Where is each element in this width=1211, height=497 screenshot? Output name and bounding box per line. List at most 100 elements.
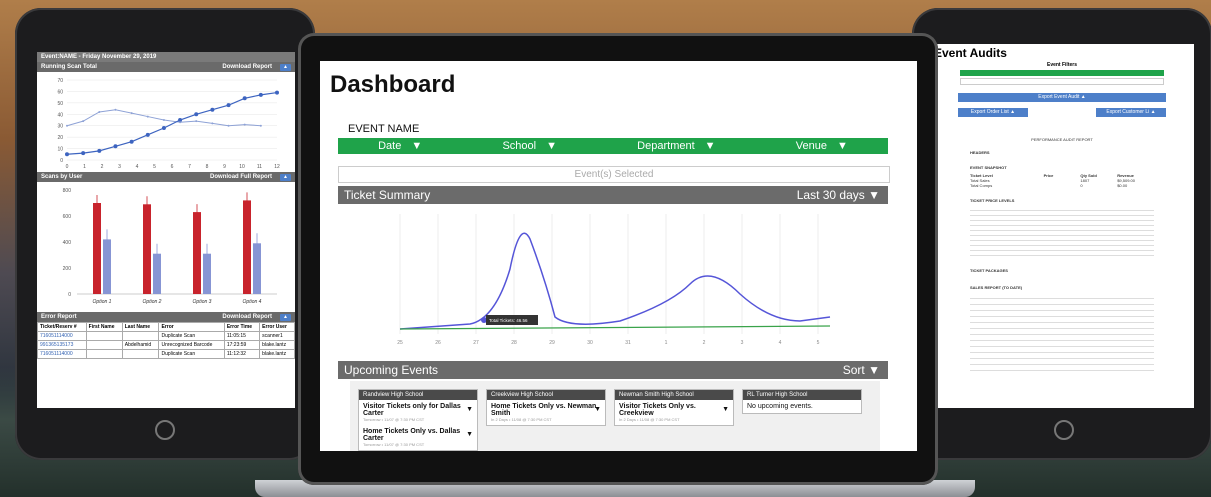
- filter-selected-box[interactable]: [960, 78, 1164, 85]
- upcoming-events-area: Randview High School Visitor Tickets onl…: [350, 381, 880, 451]
- event-item[interactable]: Visitor Tickets only for Dallas Carter To…: [359, 400, 477, 425]
- cell: $0.00: [1117, 183, 1128, 188]
- range-dropdown[interactable]: Last 30 days ▼: [797, 186, 880, 204]
- export-audit-button[interactable]: Export Event Audit ▲: [958, 93, 1166, 102]
- right-tablet-screen: Event Audits Event Filters Export Event …: [930, 44, 1194, 408]
- data-point: [210, 107, 215, 112]
- x-tick-label: 0: [66, 164, 69, 170]
- upload-icon[interactable]: ▲: [280, 173, 291, 181]
- event-item[interactable]: Home Tickets Only vs. Newman Smith In 2 D…: [487, 400, 605, 425]
- left-tablet-screen: Event:NAME - Friday November 29, 2019 Ru…: [37, 52, 295, 408]
- y-tick-label: 70: [57, 78, 63, 84]
- table-cell: blake.lantz: [259, 340, 295, 350]
- export-customer-button[interactable]: Export Customer Li ▲: [1096, 108, 1166, 117]
- y-tick-label: 0: [68, 292, 71, 298]
- snapshot-grid: Ticket Level Price Qty Sold Revenue Tota…: [970, 173, 1154, 188]
- y-tick-label: 20: [57, 135, 63, 141]
- data-point: [130, 112, 133, 115]
- filter-bar[interactable]: [960, 70, 1164, 76]
- laptop: Dashboard EVENT NAME Date ▼ School ▼ Depar…: [298, 33, 938, 485]
- category-label: Option 2: [143, 299, 162, 305]
- x-tick-label: 7: [188, 164, 191, 170]
- bar: [93, 203, 101, 294]
- download-full-report-link[interactable]: Download Full Report: [210, 172, 272, 182]
- filter-department[interactable]: Department ▼: [637, 140, 715, 152]
- table-row: 991365135173 Abdelhamid Unrecognized Bar…: [37, 340, 295, 350]
- x-tick-label: 1: [83, 164, 86, 170]
- bar: [193, 212, 201, 294]
- table-cell: 17:23:59: [223, 340, 261, 350]
- export-order-button[interactable]: Export Order List ▲: [958, 108, 1028, 117]
- error-report-title: Error Report: [41, 314, 77, 320]
- upload-icon[interactable]: ▲: [280, 313, 291, 321]
- sales-lines: [970, 293, 1154, 373]
- column-header: First Name: [85, 322, 123, 332]
- data-point: [162, 119, 165, 121]
- data-point: [82, 120, 85, 123]
- sort-label: Sort: [842, 363, 865, 377]
- x-tick-label: 5: [153, 164, 156, 170]
- y-tick-label: 600: [63, 214, 72, 220]
- event-card: Randview High School Visitor Tickets onl…: [358, 389, 478, 451]
- caret-down-icon[interactable]: ▼: [466, 431, 473, 438]
- event-item[interactable]: Visitor Tickets Only vs. Creekview In 2 D…: [615, 400, 733, 425]
- caret-down-icon[interactable]: ▼: [594, 406, 601, 413]
- tooltip-text: Total Tickets: 46.56: [489, 318, 528, 323]
- download-error-report-link[interactable]: Download Report: [222, 312, 272, 322]
- card-school: RL Turner High School: [743, 390, 861, 400]
- data-point: [97, 148, 102, 153]
- range-label: Last 30 days: [796, 188, 865, 202]
- table-cell: scanner1: [259, 331, 295, 341]
- home-button[interactable]: [155, 420, 175, 440]
- table-cell: Duplicate Scan: [158, 331, 225, 341]
- y-tick-label: 50: [57, 101, 63, 107]
- x-tick-label: 28: [511, 340, 517, 346]
- error-report-bar: Error Report Download Report ▲: [37, 312, 295, 322]
- ticket-link[interactable]: 716051114000: [37, 349, 87, 359]
- data-point: [194, 112, 199, 117]
- scans-by-user-chart: 800 600 400 200 0 Option 1 Option 2 Option 3 Opt…: [63, 188, 277, 305]
- caret-down-icon[interactable]: ▼: [722, 406, 729, 413]
- filter-department-label: Department: [637, 140, 695, 152]
- caret-down-icon: ▼: [546, 140, 557, 152]
- event-name: Home Tickets Only vs. Newman Smith: [491, 403, 597, 417]
- data-point: [242, 96, 247, 101]
- filter-date[interactable]: Date ▼: [378, 140, 422, 152]
- events-selected-field[interactable]: Event(s) Selected: [338, 166, 890, 183]
- sort-dropdown[interactable]: Sort ▼: [843, 361, 880, 379]
- caret-down-icon[interactable]: ▼: [466, 406, 473, 413]
- running-scan-chart: 7060504030201000 1 2 3 4 5 6 7 8 9 10 11 12: [57, 78, 280, 170]
- ticket-link[interactable]: 991365135173: [37, 340, 87, 350]
- y-tick-label: 40: [57, 112, 63, 118]
- upcoming-events-title: Upcoming Events: [344, 363, 439, 377]
- x-tick-label: 29: [549, 340, 555, 346]
- ticket-summary-chart: Total Tickets: 46.56 25 26 27 28 29 30 31 1 2 3 4 5: [380, 209, 850, 349]
- event-item[interactable]: Home Tickets Only vs. Dallas Carter Tomor…: [359, 425, 477, 450]
- home-button[interactable]: [1054, 420, 1074, 440]
- section-packages: TICKET PACKAGES: [970, 268, 1008, 273]
- event-name-label: EVENT NAME: [348, 123, 420, 135]
- event-audits-title: Event Audits: [934, 46, 1007, 60]
- x-tick-label: 25: [397, 340, 403, 346]
- section-price-levels: TICKET PRICE LEVELS: [970, 198, 1015, 203]
- table-row: 716051114000 Duplicate Scan 11:05:15 sca…: [37, 331, 295, 341]
- x-tick-label: 6: [171, 164, 174, 170]
- x-tick-label: 11: [257, 164, 262, 170]
- cell: 0: [1080, 183, 1083, 188]
- upload-icon[interactable]: ▲: [280, 63, 291, 71]
- filter-venue[interactable]: Venue ▼: [796, 140, 848, 152]
- table-cell: [85, 340, 123, 350]
- download-report-link[interactable]: Download Report: [222, 62, 272, 72]
- data-point: [179, 121, 182, 124]
- x-tick-label: 8: [206, 164, 209, 170]
- event-card: Newman Smith High School Visitor Tickets…: [614, 389, 734, 426]
- filter-school[interactable]: School ▼: [502, 140, 557, 152]
- error-table: Ticket/Reserv # First Name Last Name Err…: [37, 322, 295, 359]
- bar: [243, 200, 251, 294]
- category-label: Option 1: [93, 299, 112, 305]
- y-tick-label: 800: [63, 188, 72, 194]
- x-tick-label: 31: [625, 340, 631, 346]
- data-point: [211, 122, 214, 125]
- event-date: In 2 Days • 11/08 @ 7:30 PM CST: [619, 417, 680, 422]
- ticket-link[interactable]: 716051114000: [37, 331, 87, 341]
